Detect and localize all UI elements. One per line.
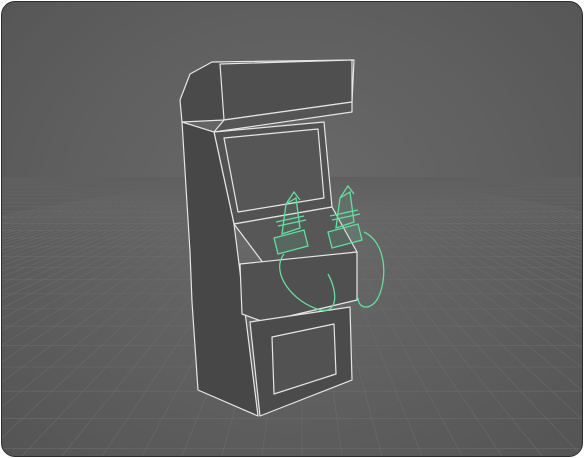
3d-viewport[interactable] xyxy=(1,1,583,457)
viewport-canvas[interactable] xyxy=(2,2,582,456)
screen xyxy=(223,128,325,213)
controller-cable-right[interactable] xyxy=(357,231,385,308)
